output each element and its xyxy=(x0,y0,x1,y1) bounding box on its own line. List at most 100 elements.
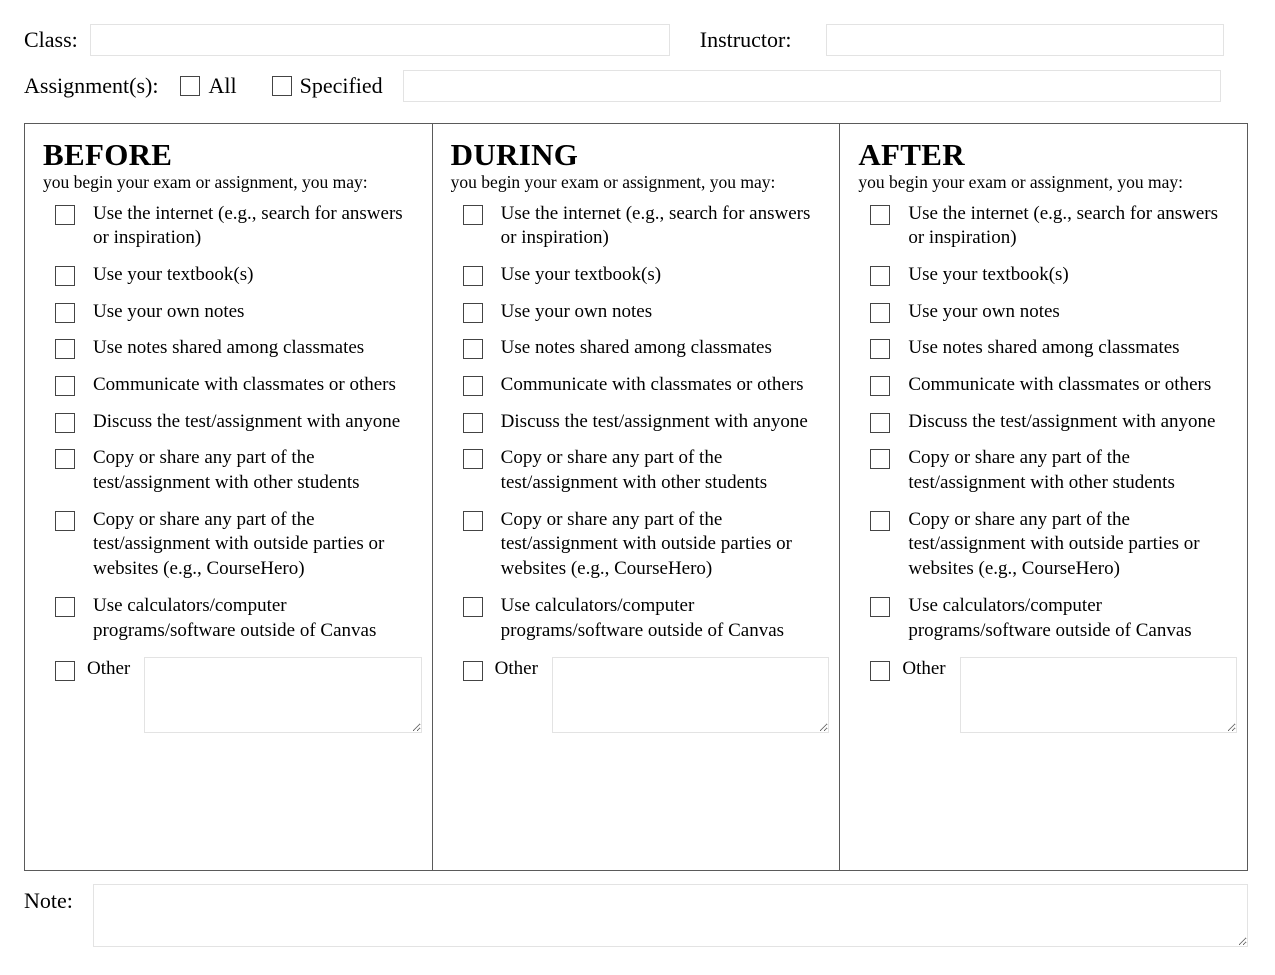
matrix-column-during: DURING you begin your exam or assignment,… xyxy=(431,124,840,870)
option-row[interactable]: Use your own notes xyxy=(858,300,1237,325)
option-row[interactable]: Use notes shared among classmates xyxy=(43,336,422,361)
option-checkbox[interactable] xyxy=(870,204,891,225)
option-checkbox[interactable] xyxy=(55,596,75,617)
option-label: Copy or share any part of the test/assig… xyxy=(908,447,1175,494)
option-row[interactable]: Use your textbook(s) xyxy=(451,263,830,288)
assignments-specified-group[interactable]: Specified xyxy=(271,73,383,99)
other-label: Other xyxy=(902,658,946,680)
option-checkbox[interactable] xyxy=(462,204,483,225)
option-label: Copy or share any part of the test/assig… xyxy=(93,447,360,494)
option-label: Use notes shared among classmates xyxy=(500,337,772,359)
assignments-all-label: All xyxy=(208,73,237,98)
instructor-input[interactable] xyxy=(826,24,1225,56)
option-label: Use notes shared among classmates xyxy=(908,337,1180,359)
option-checkbox[interactable] xyxy=(870,449,891,470)
option-checkbox[interactable] xyxy=(870,510,891,531)
option-checkbox[interactable] xyxy=(462,596,483,617)
option-row[interactable]: Communicate with classmates or others xyxy=(43,373,422,398)
option-row[interactable]: Use your own notes xyxy=(451,300,830,325)
option-row[interactable]: Use your textbook(s) xyxy=(43,263,422,288)
other-row[interactable]: Other xyxy=(858,657,1238,734)
other-row[interactable]: Other xyxy=(43,657,422,734)
other-row[interactable]: Other xyxy=(451,657,830,734)
other-input[interactable] xyxy=(551,657,830,734)
option-row[interactable]: Communicate with classmates or others xyxy=(858,373,1237,398)
option-checkbox[interactable] xyxy=(55,412,75,433)
option-row[interactable]: Communicate with classmates or others xyxy=(451,373,830,398)
other-checkbox[interactable] xyxy=(55,661,75,682)
other-input[interactable] xyxy=(144,657,422,734)
option-row[interactable]: Use notes shared among classmates xyxy=(858,336,1237,361)
assignments-all-group[interactable]: All xyxy=(180,73,237,99)
matrix-column-before: BEFORE you begin your exam or assignment,… xyxy=(25,124,432,870)
option-row[interactable]: Use the internet (e.g., search for answe… xyxy=(858,202,1237,251)
option-row[interactable]: Use calculators/computer programs/softwa… xyxy=(858,594,1237,643)
other-input[interactable] xyxy=(959,657,1238,734)
option-checkbox[interactable] xyxy=(462,449,483,470)
class-label: Class: xyxy=(24,27,78,52)
assignments-specified-label: Specified xyxy=(299,73,383,98)
option-row[interactable]: Use notes shared among classmates xyxy=(451,336,830,361)
option-checkbox[interactable] xyxy=(870,302,891,323)
option-checkbox[interactable] xyxy=(55,510,75,531)
option-row[interactable]: Copy or share any part of the test/assig… xyxy=(43,446,422,495)
option-row[interactable]: Use the internet (e.g., search for answe… xyxy=(43,202,422,251)
option-checkbox[interactable] xyxy=(870,376,891,397)
option-label: Copy or share any part of the test/assig… xyxy=(500,508,792,580)
option-label: Use your textbook(s) xyxy=(500,263,662,285)
timing-matrix: BEFORE you begin your exam or assignment,… xyxy=(24,123,1248,871)
option-label: Use calculators/computer programs/softwa… xyxy=(93,594,377,641)
option-checkbox[interactable] xyxy=(870,596,891,617)
assignments-specified-checkbox[interactable] xyxy=(271,76,292,96)
option-row[interactable]: Copy or share any part of the test/assig… xyxy=(43,508,422,582)
option-row[interactable]: Use your textbook(s) xyxy=(858,263,1237,288)
option-row[interactable]: Copy or share any part of the test/assig… xyxy=(451,446,830,495)
assignments-all-checkbox[interactable] xyxy=(180,76,201,96)
note-input[interactable] xyxy=(92,884,1248,947)
assignments-label: Assignment(s): xyxy=(24,73,159,98)
class-instructor-row: Class: Instructor: xyxy=(24,24,1248,56)
option-list: Use the internet (e.g., search for answe… xyxy=(858,202,1237,644)
option-list: Use the internet (e.g., search for answe… xyxy=(451,202,830,644)
assignments-specified-input[interactable] xyxy=(402,70,1221,102)
option-label: Copy or share any part of the test/assig… xyxy=(93,508,385,580)
option-row[interactable]: Discuss the test/assignment with anyone xyxy=(43,410,422,435)
class-input[interactable] xyxy=(89,24,670,56)
option-checkbox[interactable] xyxy=(870,339,891,360)
option-row[interactable]: Use calculators/computer programs/softwa… xyxy=(451,594,830,643)
option-checkbox[interactable] xyxy=(462,339,483,360)
option-checkbox[interactable] xyxy=(462,412,483,433)
option-row[interactable]: Discuss the test/assignment with anyone xyxy=(858,410,1237,435)
option-label: Use calculators/computer programs/softwa… xyxy=(500,594,785,641)
option-checkbox[interactable] xyxy=(870,412,891,433)
option-row[interactable]: Copy or share any part of the test/assig… xyxy=(451,508,830,582)
column-subtitle: you begin your exam or assignment, you m… xyxy=(858,172,1184,193)
option-row[interactable]: Use calculators/computer programs/softwa… xyxy=(43,594,422,643)
option-label: Copy or share any part of the test/assig… xyxy=(500,447,768,494)
option-checkbox[interactable] xyxy=(55,302,75,323)
other-checkbox[interactable] xyxy=(462,661,483,682)
option-checkbox[interactable] xyxy=(462,376,483,397)
other-label: Other xyxy=(87,658,131,680)
option-checkbox[interactable] xyxy=(55,265,75,286)
other-checkbox[interactable] xyxy=(870,661,891,682)
option-checkbox[interactable] xyxy=(870,265,891,286)
option-row[interactable]: Discuss the test/assignment with anyone xyxy=(451,410,830,435)
option-checkbox[interactable] xyxy=(462,302,483,323)
note-row: Note: xyxy=(24,884,1248,947)
option-checkbox[interactable] xyxy=(55,449,75,470)
option-row[interactable]: Copy or share any part of the test/assig… xyxy=(858,446,1237,495)
option-checkbox[interactable] xyxy=(55,204,75,225)
column-title: BEFORE xyxy=(43,137,173,172)
option-row[interactable]: Copy or share any part of the test/assig… xyxy=(858,508,1237,582)
column-title: AFTER xyxy=(858,137,965,172)
option-label: Communicate with classmates or others xyxy=(908,374,1212,396)
option-checkbox[interactable] xyxy=(462,510,483,531)
option-checkbox[interactable] xyxy=(55,376,75,397)
option-label: Use your textbook(s) xyxy=(908,263,1069,285)
option-row[interactable]: Use the internet (e.g., search for answe… xyxy=(451,202,830,251)
option-row[interactable]: Use your own notes xyxy=(43,300,422,325)
option-label: Use your own notes xyxy=(500,300,653,322)
option-checkbox[interactable] xyxy=(55,339,75,360)
option-checkbox[interactable] xyxy=(462,265,483,286)
